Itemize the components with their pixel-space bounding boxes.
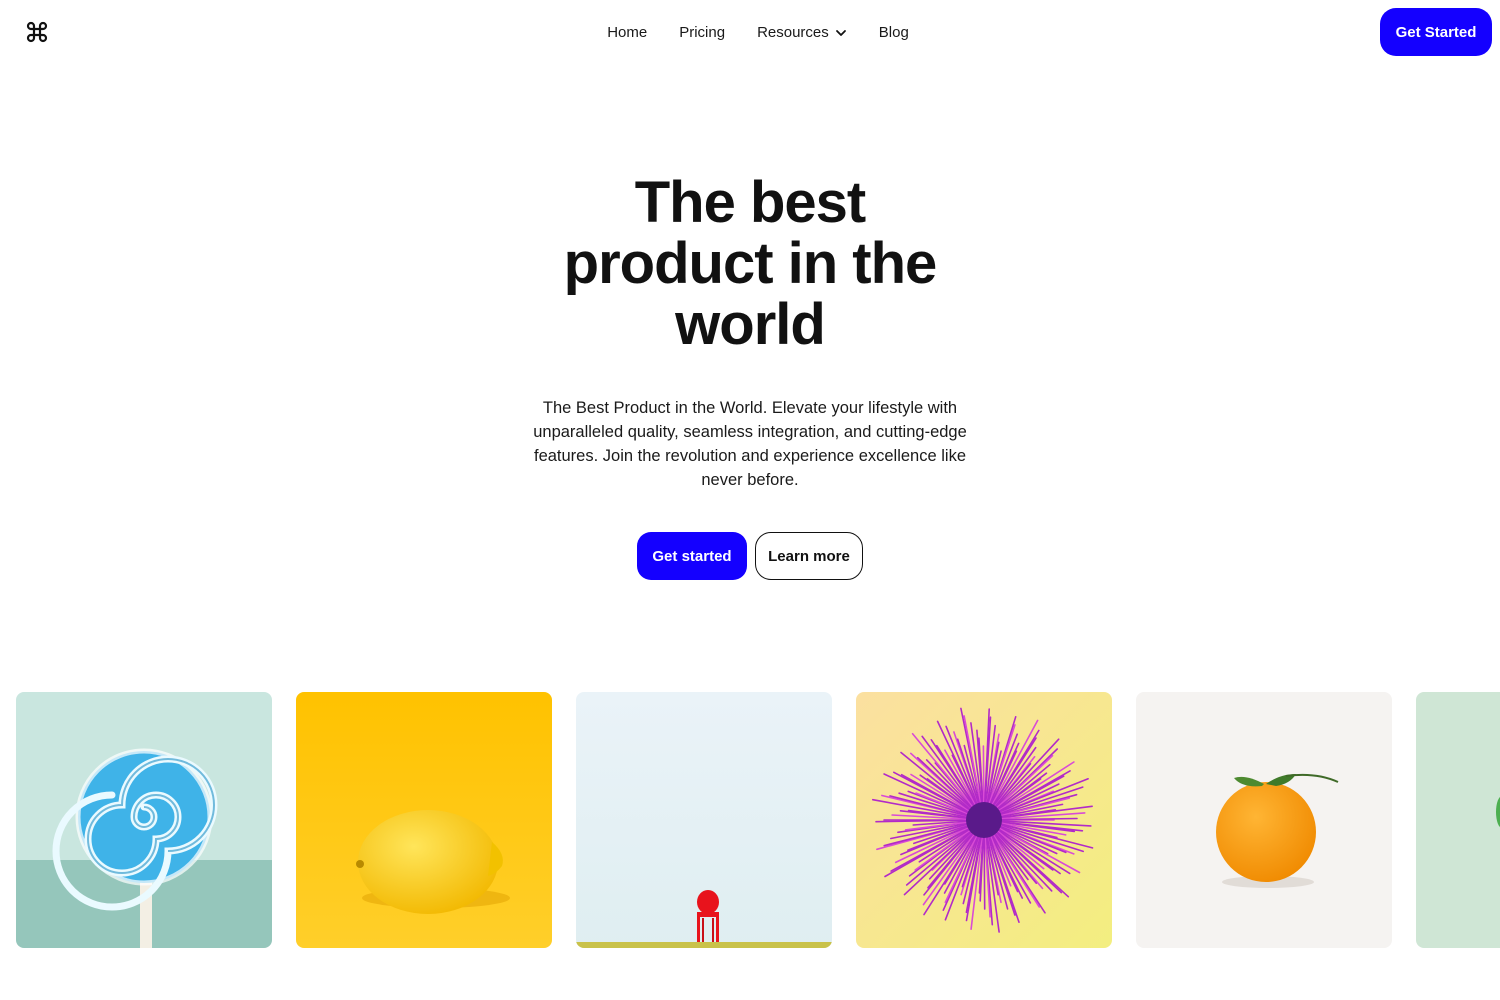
gallery-image-red-chair [576, 692, 832, 948]
top-nav: Home Pricing Resources Blog Get Started [0, 0, 1500, 64]
chevron-down-icon [835, 26, 847, 38]
hero-title-line-3: world [675, 292, 826, 357]
hero-title-line-2: product in the [563, 231, 938, 296]
gallery-image-lollipop [16, 692, 272, 948]
hero-subtitle: The Best Product in the World. Elevate y… [533, 399, 967, 489]
gallery-image-purple-spiky-ball [856, 692, 1112, 948]
nav-link-pricing[interactable]: Pricing [679, 24, 725, 41]
gallery-image-orange [1136, 692, 1392, 948]
get-started-nav-button[interactable]: Get Started [1380, 8, 1492, 56]
hero-actions: Get started Learn more [0, 532, 1500, 580]
get-started-button[interactable]: Get started [637, 532, 747, 580]
gallery-image-lemon [296, 692, 552, 948]
nav-links: Home Pricing Resources Blog [0, 0, 1500, 64]
learn-more-button[interactable]: Learn more [755, 532, 863, 580]
nav-link-resources-label: Resources [757, 23, 829, 41]
hero-title: The best product in the world [450, 172, 1050, 355]
nav-link-home[interactable]: Home [607, 24, 647, 41]
hero-title-line-1: The best [634, 170, 866, 235]
nav-link-resources[interactable]: Resources [757, 24, 847, 41]
gallery-image-green-partial [1416, 692, 1500, 948]
nav-link-blog[interactable]: Blog [879, 24, 909, 41]
image-gallery [16, 692, 1500, 948]
